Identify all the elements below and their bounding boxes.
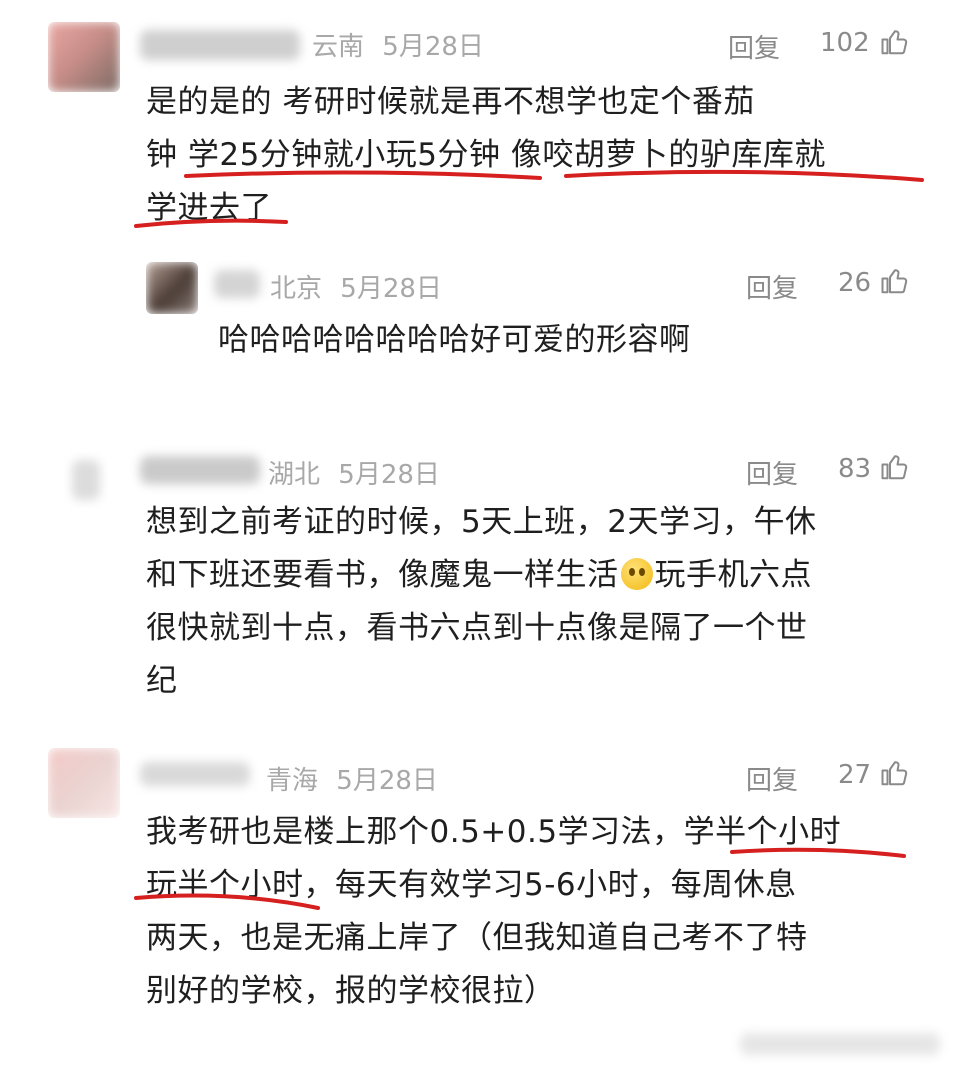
watermark xyxy=(740,1029,940,1059)
comment-text-line: 别好的学校，报的学校很拉） xyxy=(146,973,556,1009)
red-underline-annotation xyxy=(134,847,906,910)
